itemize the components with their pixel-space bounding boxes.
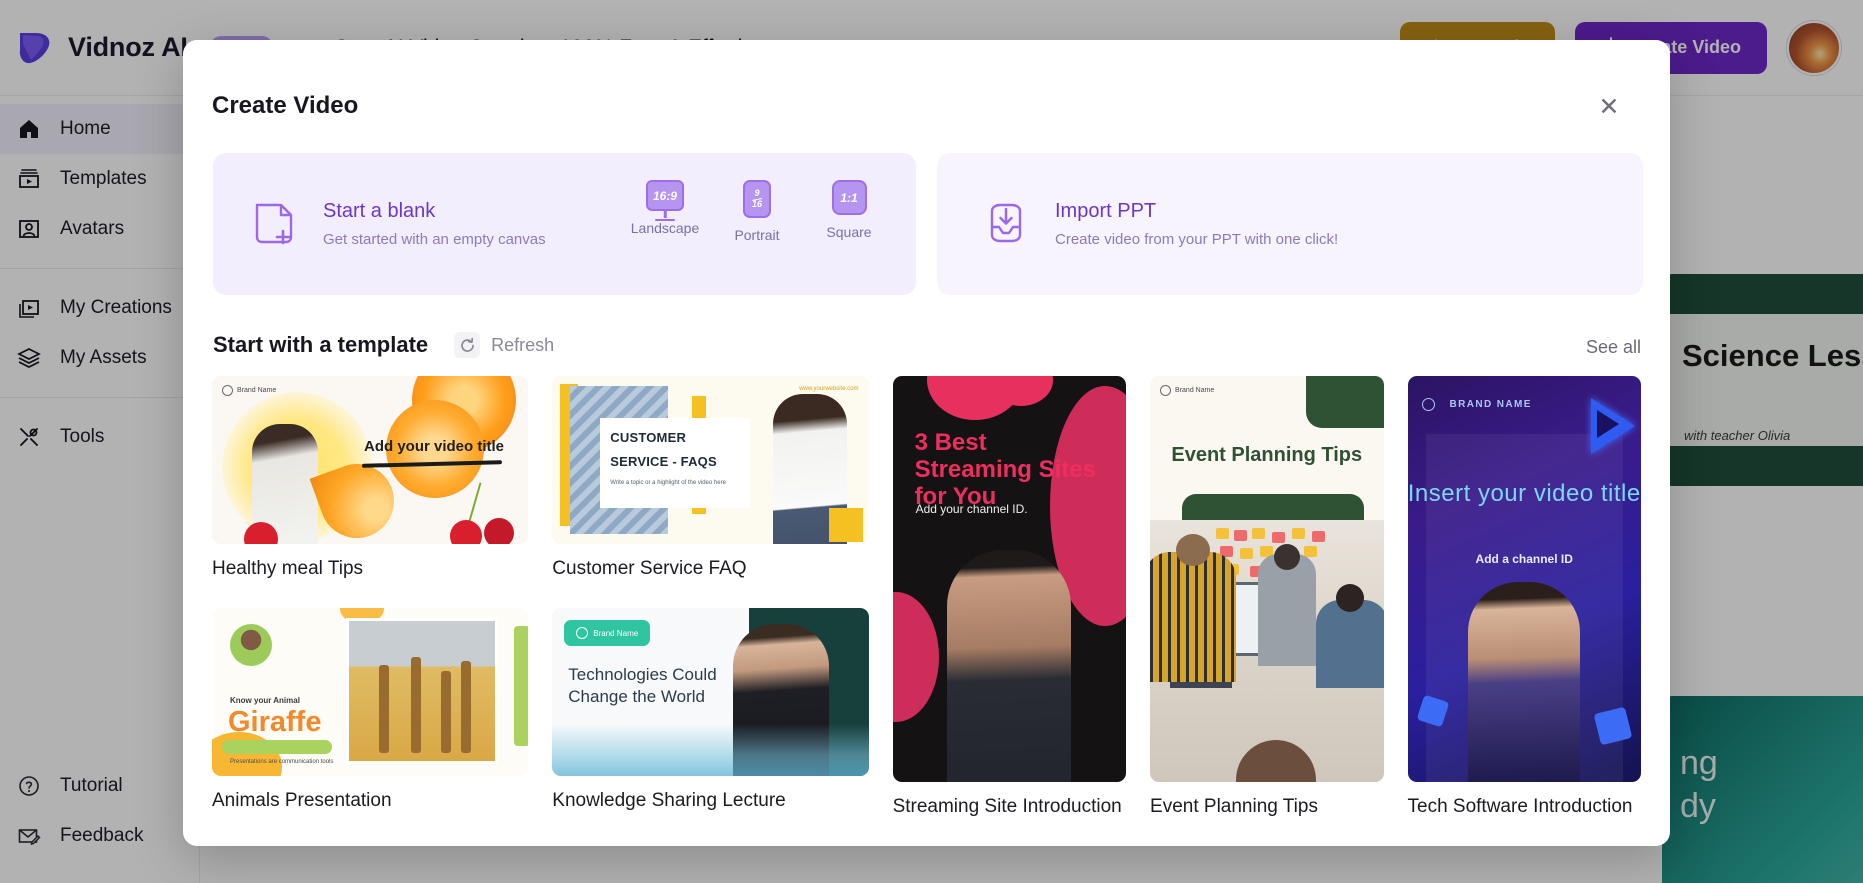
template-card-customer-service[interactable]: CUSTOMER SERVICE - FAQS Write a topic or… — [552, 376, 868, 580]
refresh-label: Refresh — [491, 335, 554, 356]
ratio-label-portrait: Portrait — [734, 227, 779, 243]
thumbnail-art: BRAND NAME Insert your video title Add a… — [1408, 376, 1641, 782]
brand-dot-icon — [1160, 385, 1171, 396]
ratio-label-square: Square — [826, 224, 871, 240]
play-triangle-inner — [1597, 410, 1619, 438]
template-column-1: Add your video title Brand Name Healthy … — [212, 376, 528, 818]
template-thumbnail: Add your video title Brand Name — [212, 376, 528, 544]
thumbnail-art: Brand Name Technologies Could Change the… — [552, 608, 868, 776]
template-thumbnail: Event Planning Tips — [1150, 376, 1383, 782]
square-icon: 1:1 — [832, 180, 867, 215]
templates-heading: Start with a template — [213, 332, 428, 358]
art-title: Event Planning Tips — [1150, 444, 1383, 467]
file-plus-icon — [247, 197, 301, 251]
template-card-tech-software[interactable]: BRAND NAME Insert your video title Add a… — [1408, 376, 1641, 818]
art-title: Add your video title — [364, 438, 504, 455]
art-caption: Presentations are communication tools — [230, 758, 333, 766]
art-subtitle: Write a topic or a highlight of the vide… — [610, 480, 726, 486]
brand-label: Brand Name — [1175, 387, 1214, 394]
art-title: Insert your video title — [1408, 480, 1641, 509]
thumbnail-art: 3 Best Streaming Sites for You Add your … — [893, 376, 1126, 782]
close-icon[interactable]: ✕ — [1594, 92, 1624, 122]
thumbnail-art: Know your Animal Giraffe Presentations a… — [212, 608, 528, 776]
template-thumbnail: 3 Best Streaming Sites for You Add your … — [893, 376, 1126, 782]
template-label: Customer Service FAQ — [552, 558, 868, 580]
modal-title: Create Video — [212, 92, 358, 120]
template-grid: Add your video title Brand Name Healthy … — [212, 376, 1641, 818]
create-video-modal: Create Video ✕ Start a blank Get started… — [183, 40, 1670, 846]
art-url: www.yourwebsite.com — [799, 386, 858, 392]
app-root: Vidnoz AI FREE Start AI Video Creation, … — [0, 0, 1863, 883]
brand-chip: Brand Name — [222, 385, 276, 396]
template-column-4: Event Planning Tips — [1150, 376, 1383, 818]
ratio-label-landscape: Landscape — [631, 220, 700, 236]
template-label: Streaming Site Introduction — [893, 796, 1126, 818]
ratio-badge-square: 1:1 — [840, 191, 857, 205]
thumbnail-art: Event Planning Tips — [1150, 376, 1383, 782]
template-column-3: 3 Best Streaming Sites for You Add your … — [893, 376, 1126, 818]
import-ppt-card[interactable]: Import PPT Create video from your PPT wi… — [937, 153, 1643, 295]
template-label: Healthy meal Tips — [212, 558, 528, 580]
template-label: Animals Presentation — [212, 790, 528, 812]
create-options-row: Start a blank Get started with an empty … — [213, 153, 1643, 295]
brand-chip: Brand Name — [1160, 385, 1214, 396]
import-ppt-texts: Import PPT Create video from your PPT wi… — [1055, 200, 1338, 248]
template-label: Tech Software Introduction — [1408, 796, 1641, 818]
refresh-button[interactable]: Refresh — [454, 332, 554, 358]
start-blank-card[interactable]: Start a blank Get started with an empty … — [213, 153, 916, 295]
aspect-ratio-group: 16:9 Landscape 9 16 Portrait — [634, 180, 880, 243]
template-thumbnail: Know your Animal Giraffe Presentations a… — [212, 608, 528, 776]
ratio-badge-portrait-top: 9 — [754, 188, 759, 198]
template-thumbnail: Brand Name Technologies Could Change the… — [552, 608, 868, 776]
art-title-line1: CUSTOMER — [610, 430, 686, 445]
import-ppt-title: Import PPT — [1055, 200, 1338, 223]
template-card-healthy-meal[interactable]: Add your video title Brand Name Healthy … — [212, 376, 528, 580]
template-column-2: CUSTOMER SERVICE - FAQS Write a topic or… — [552, 376, 868, 818]
template-card-knowledge-sharing[interactable]: Brand Name Technologies Could Change the… — [552, 608, 868, 812]
brand-chip: BRAND NAME — [1408, 398, 1608, 411]
templates-header: Start with a template Refresh — [213, 332, 554, 358]
see-all-link[interactable]: See all — [1586, 337, 1641, 358]
art-subtitle: Add a channel ID — [1408, 552, 1641, 566]
import-ppt-subtitle: Create video from your PPT with one clic… — [1055, 231, 1338, 248]
start-blank-texts: Start a blank Get started with an empty … — [323, 200, 546, 248]
phone-icon: 9 16 — [743, 180, 771, 218]
start-blank-subtitle: Get started with an empty canvas — [323, 231, 546, 248]
brand-label: Brand Name — [593, 629, 638, 638]
art-title: 3 Best Streaming Sites for You — [915, 430, 1105, 511]
template-label: Event Planning Tips — [1150, 796, 1383, 818]
art-subtitle: Add your channel ID. — [916, 502, 1028, 516]
refresh-icon — [454, 332, 480, 358]
template-thumbnail: BRAND NAME Insert your video title Add a… — [1408, 376, 1641, 782]
brand-label: Brand Name — [237, 387, 276, 394]
brand-dot-icon — [1422, 398, 1435, 411]
template-card-animals[interactable]: Know your Animal Giraffe Presentations a… — [212, 608, 528, 812]
import-download-icon — [979, 197, 1033, 251]
art-title: Giraffe — [228, 706, 321, 739]
brand-chip: Brand Name — [564, 620, 650, 646]
art-title-line2: SERVICE - FAQS — [610, 454, 717, 469]
template-card-streaming[interactable]: 3 Best Streaming Sites for You Add your … — [893, 376, 1126, 818]
template-thumbnail: CUSTOMER SERVICE - FAQS Write a topic or… — [552, 376, 868, 544]
thumbnail-art: Add your video title Brand Name — [212, 376, 528, 544]
brand-dot-icon — [222, 385, 233, 396]
start-blank-title: Start a blank — [323, 200, 546, 223]
brand-dot-icon — [576, 627, 588, 639]
ratio-option-landscape[interactable]: 16:9 Landscape — [634, 180, 696, 243]
ratio-option-portrait[interactable]: 9 16 Portrait — [726, 180, 788, 243]
template-column-5: BRAND NAME Insert your video title Add a… — [1408, 376, 1641, 818]
thumbnail-art: CUSTOMER SERVICE - FAQS Write a topic or… — [552, 376, 868, 544]
art-kicker: Know your Animal — [230, 696, 300, 705]
template-card-event-planning[interactable]: Event Planning Tips — [1150, 376, 1383, 818]
template-label: Knowledge Sharing Lecture — [552, 790, 868, 812]
brand-label: BRAND NAME — [1450, 399, 1532, 410]
monitor-icon: 16:9 — [646, 180, 684, 211]
art-title: Technologies Could Change the World — [568, 664, 738, 708]
ratio-option-square[interactable]: 1:1 Square — [818, 180, 880, 243]
ratio-badge-landscape: 16:9 — [653, 189, 677, 203]
